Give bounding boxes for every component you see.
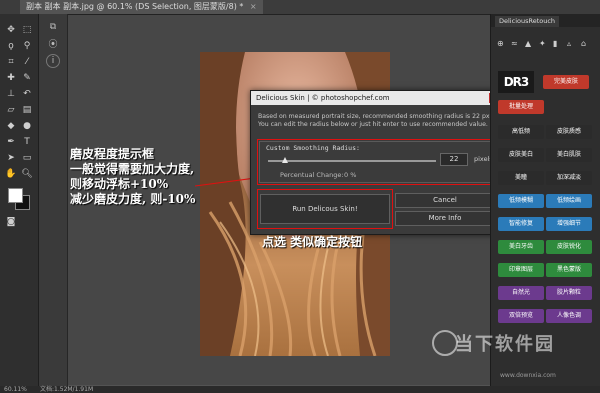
retouch-button[interactable]: 增强细节 <box>546 217 592 231</box>
gradient-icon[interactable]: ▤ <box>20 104 34 117</box>
run-button[interactable]: Run Delicous Skin! <box>260 194 390 224</box>
stamp-tool-icon[interactable]: ⊥ <box>4 88 18 101</box>
panel-tab[interactable]: DeliciousRetouch <box>495 16 560 27</box>
quick-mask-icon[interactable]: ◙ <box>4 216 18 229</box>
tool-icons-row: ⊕ ≈ ▲ ✦ ▮ ▵ ⌂ <box>497 39 586 48</box>
eraser-icon[interactable]: ▱ <box>4 104 18 117</box>
cancel-button[interactable]: Cancel <box>395 193 495 208</box>
dodge-tool-icon[interactable]: ● <box>20 120 34 133</box>
dialog-titlebar[interactable]: Delicious Skin | © photoshopchef.com × <box>251 91 502 105</box>
zoom-tool-icon[interactable]: 🔍︎ <box>20 168 34 181</box>
retouch-button[interactable]: 皮肤质感 <box>546 125 592 139</box>
eyedropper-icon[interactable]: ⁄ <box>20 56 34 69</box>
info-line-1: Based on measured portrait size, recomme… <box>258 113 492 120</box>
type-tool-icon[interactable]: T <box>20 136 34 149</box>
status-bar: 60.11% 文档:1.52M/1.91M <box>0 386 600 393</box>
tools-panel: ✥ ⬚ ϙ ⚲ ⌗ ⁄ ✚ ✎ ⊥ ↶ ▱ ▤ ◆ ● ✒ T ➤ ▭ ✋ 🔍︎… <box>0 14 39 386</box>
document-tab[interactable]: 副本 副本 副本.jpg @ 60.1% (DS Selection, 图层蒙版… <box>20 0 263 14</box>
dialog-info: Based on measured portrait size, recomme… <box>258 113 498 129</box>
tool-icon-3[interactable]: ▲ <box>525 39 532 48</box>
lasso-tool-icon[interactable]: ϙ <box>4 40 18 53</box>
retouch-button[interactable]: 加深减淡 <box>546 171 592 185</box>
tool-icon-6[interactable]: ▵ <box>567 39 571 48</box>
slider-highlight-box <box>257 139 497 185</box>
panel-titlebar: DeliciousRetouch <box>491 14 600 27</box>
history-icon[interactable]: ⧉ <box>45 20 61 34</box>
document-tabbar: 副本 副本 副本.jpg @ 60.1% (DS Selection, 图层蒙版… <box>0 0 600 15</box>
retouch-button[interactable]: 人像色调 <box>546 309 592 323</box>
retouch-button[interactable]: 高低频 <box>498 125 544 139</box>
mini-panel: ⧉ ⦿ i <box>39 14 68 386</box>
info-icon[interactable]: i <box>46 54 60 68</box>
watermark: 当下软件园 <box>455 334 555 355</box>
retouch-button[interactable]: 智能修复 <box>498 217 544 231</box>
watermark-url: www.downxia.com <box>500 372 556 379</box>
move-tool-icon[interactable]: ✥ <box>4 24 18 37</box>
foreground-color-swatch[interactable] <box>8 188 23 203</box>
path-select-icon[interactable]: ➤ <box>4 152 18 165</box>
quick-select-icon[interactable]: ⚲ <box>20 40 34 53</box>
info-line-2: You can edit the radius below or just hi… <box>258 121 488 128</box>
blur-tool-icon[interactable]: ◆ <box>4 120 18 133</box>
retouch-button[interactable]: 皮肤锐化 <box>546 240 592 254</box>
annotation-line-3: 则移动浮标+10% <box>70 177 169 191</box>
dr3-logo: DR3 <box>498 71 534 93</box>
pen-tool-icon[interactable]: ✒ <box>4 136 18 149</box>
retouch-button[interactable]: 双倍预览 <box>498 309 544 323</box>
run-hint-annotation: 点选 类似确定按钮 <box>262 235 363 249</box>
tool-icon-4[interactable]: ✦ <box>539 39 546 48</box>
crop-tool-icon[interactable]: ⌗ <box>4 56 18 69</box>
tool-icon-1[interactable]: ⊕ <box>497 39 504 48</box>
retouch-button[interactable]: 美白牙齿 <box>498 240 544 254</box>
tool-icon-2[interactable]: ≈ <box>511 39 518 48</box>
retouch-button[interactable]: 完美皮肤 <box>543 75 589 89</box>
dialog-title: Delicious Skin | © photoshopchef.com <box>256 94 390 102</box>
retouch-button[interactable]: 美瞳 <box>498 171 544 185</box>
more-info-button[interactable]: More Info <box>395 211 495 226</box>
annotation-line-2: 一般觉得需要加大力度, <box>70 162 195 176</box>
retouch-button[interactable]: 胶片颗粒 <box>546 286 592 300</box>
tool-icon-7[interactable]: ⌂ <box>581 39 586 48</box>
marquee-tool-icon[interactable]: ⬚ <box>20 24 34 37</box>
document-tab-title: 副本 副本 副本.jpg @ 60.1% (DS Selection, 图层蒙版… <box>26 2 244 11</box>
retouch-button[interactable]: 黑色蒙版 <box>546 263 592 277</box>
retouch-button[interactable]: 低频模糊 <box>498 194 544 208</box>
close-icon[interactable]: × <box>250 2 257 11</box>
history-brush-icon[interactable]: ↶ <box>20 88 34 101</box>
healing-brush-icon[interactable]: ✚ <box>4 72 18 85</box>
retouch-button[interactable]: 印章图层 <box>498 263 544 277</box>
delicious-skin-dialog: Delicious Skin | © photoshopchef.com × B… <box>250 90 503 235</box>
shape-tool-icon[interactable]: ▭ <box>20 152 34 165</box>
zoom-level: 60.11% <box>4 386 27 393</box>
retouch-button[interactable]: 批量处理 <box>498 100 544 114</box>
retouch-button[interactable]: 自然光 <box>498 286 544 300</box>
retouch-button[interactable]: 低频绘画 <box>546 194 592 208</box>
hand-tool-icon[interactable]: ✋ <box>4 168 18 181</box>
annotation-line-4: 减少磨皮力度, 则-10% <box>70 192 196 206</box>
doc-size: 文档:1.52M/1.91M <box>40 386 94 393</box>
tool-icon-5[interactable]: ▮ <box>553 39 557 48</box>
properties-icon[interactable]: ⦿ <box>45 38 61 52</box>
retouch-button[interactable]: 美白肌肤 <box>546 148 592 162</box>
annotation-line-1: 磨皮程度提示框 <box>70 147 155 161</box>
brush-tool-icon[interactable]: ✎ <box>20 72 34 85</box>
retouch-button[interactable]: 皮肤美白 <box>498 148 544 162</box>
